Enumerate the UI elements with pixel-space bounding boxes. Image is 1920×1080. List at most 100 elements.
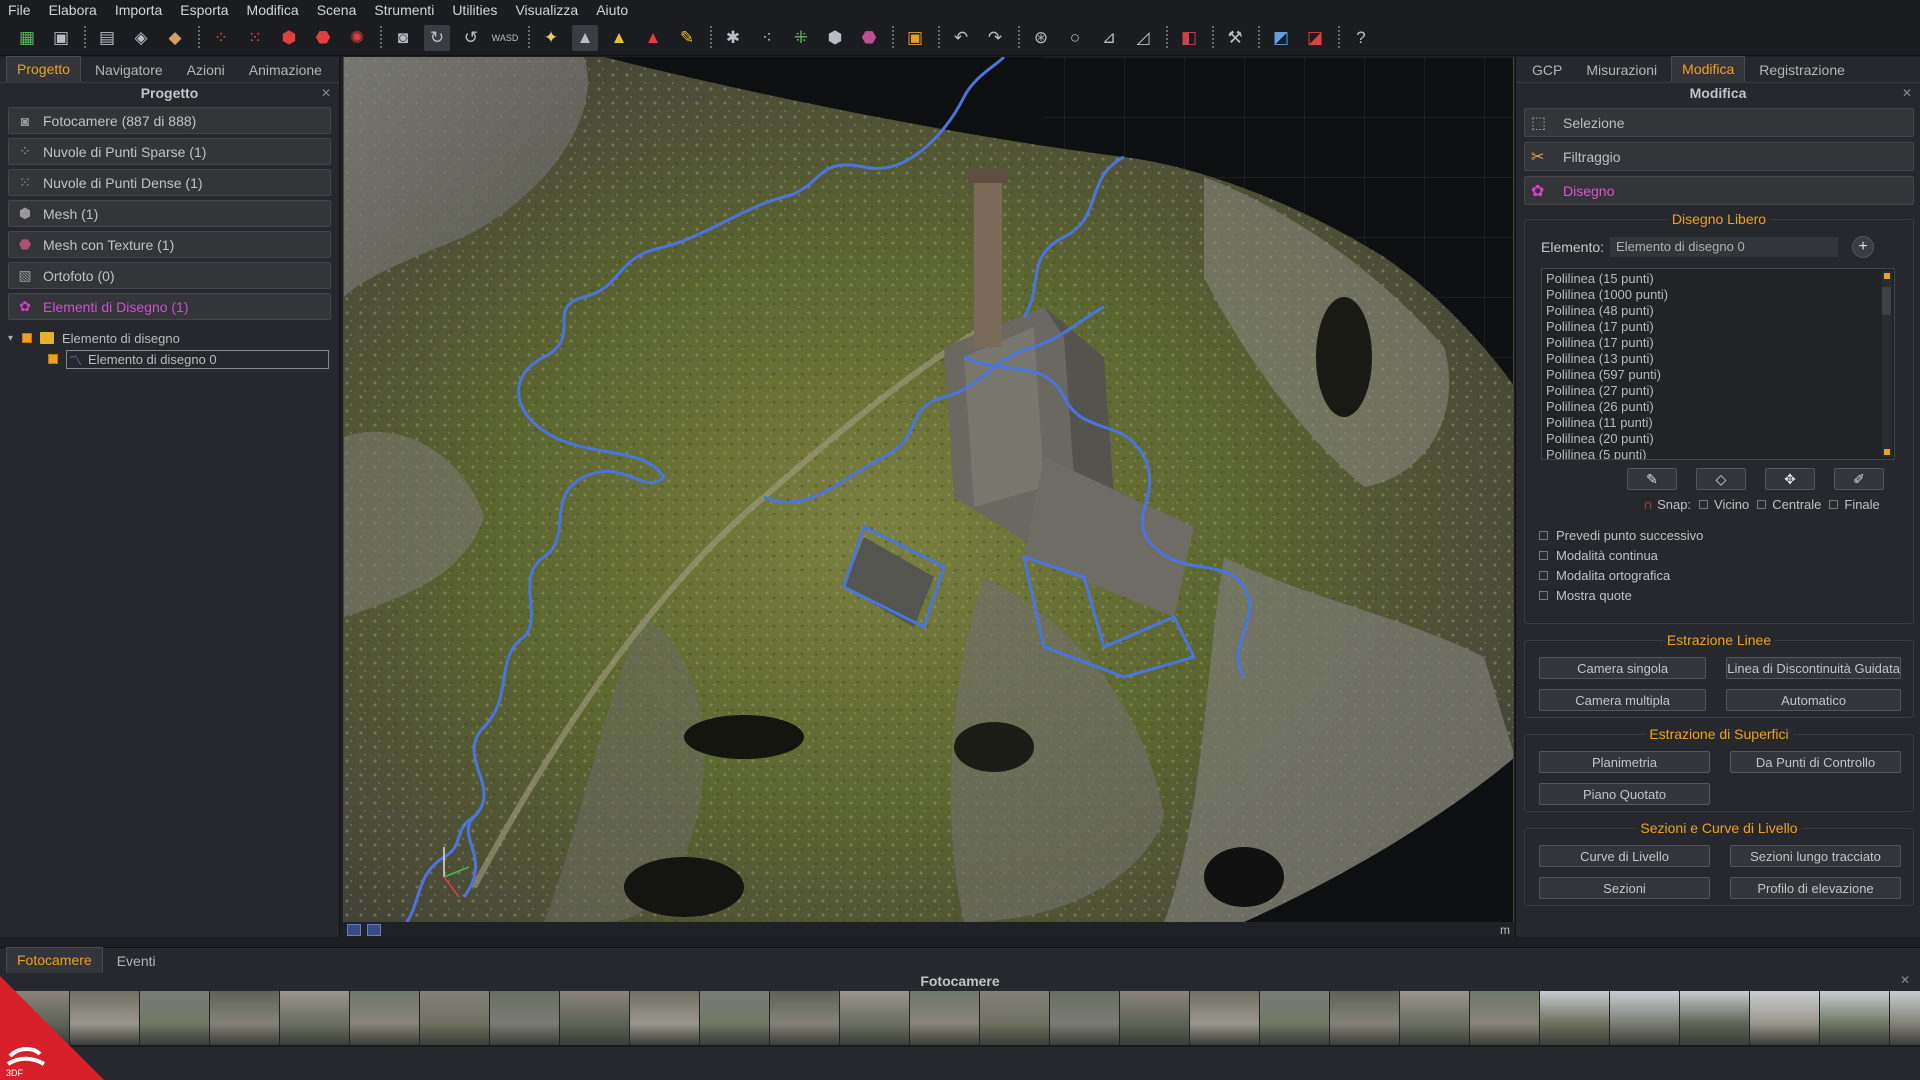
list-item[interactable]: Polilinea (17 punti) — [1546, 319, 1894, 335]
camera-thumbnail[interactable] — [1120, 991, 1190, 1045]
scroll-down-icon[interactable] — [1884, 449, 1890, 455]
option-row[interactable]: Modalita ortografica — [1525, 568, 1913, 583]
section-selezione[interactable]: ⬚ Selezione — [1524, 108, 1914, 137]
list-item[interactable]: Polilinea (20 punti) — [1546, 431, 1894, 447]
close-icon[interactable]: ✕ — [321, 83, 331, 103]
edit-icon[interactable]: ✐ — [1834, 468, 1884, 490]
menu-visualizza[interactable]: Visualizza — [515, 2, 578, 18]
da-punti-controllo-button[interactable]: Da Punti di Controllo — [1730, 751, 1901, 773]
ortho-red-icon[interactable]: ✺ — [344, 25, 370, 51]
list-item[interactable]: Polilinea (15 punti) — [1546, 271, 1894, 287]
menu-utilities[interactable]: Utilities — [452, 2, 497, 18]
bounding-box-icon[interactable]: ▣ — [902, 25, 928, 51]
mesh-red-icon[interactable]: ⬢ — [276, 25, 302, 51]
rotate-icon[interactable]: ↺ — [458, 25, 484, 51]
option-checkbox[interactable] — [1539, 550, 1548, 560]
camera-thumbnail[interactable] — [1610, 991, 1680, 1045]
cube-blue-icon[interactable]: ◩ — [1268, 25, 1294, 51]
camera-thumbnail[interactable] — [630, 991, 700, 1045]
camera-thumbnail[interactable] — [1050, 991, 1120, 1045]
option-checkbox[interactable] — [1539, 590, 1548, 600]
camera-thumbnail[interactable] — [490, 991, 560, 1045]
points-triangle-icon[interactable]: ▲ — [572, 24, 598, 51]
add-element-icon[interactable]: + — [1852, 236, 1875, 258]
visibility-checkbox[interactable] — [48, 354, 58, 364]
sphere-wire-icon[interactable]: ⊛ — [1028, 25, 1054, 51]
filter-points-icon[interactable]: ✱ — [720, 25, 746, 51]
project-item-mesh[interactable]: ⬢ Mesh (1) — [8, 200, 331, 227]
list-item[interactable]: Polilinea (48 punti) — [1546, 303, 1894, 319]
camera-thumbnail[interactable] — [1330, 991, 1400, 1045]
tree-child-row[interactable]: 〽 Elemento di disegno 0 — [8, 349, 339, 369]
camera-thumbnail[interactable] — [280, 991, 350, 1045]
measure-angle-icon[interactable]: ⊿ — [1096, 25, 1122, 51]
list-item[interactable]: Polilinea (1000 punti) — [1546, 287, 1894, 303]
camera-thumbnail[interactable] — [1190, 991, 1260, 1045]
option-checkbox[interactable] — [1539, 530, 1548, 540]
light-bulb-icon[interactable]: ✦ — [538, 25, 564, 51]
pencil-icon[interactable]: ✎ — [1627, 468, 1677, 490]
camera-thumbnail[interactable] — [910, 991, 980, 1045]
camera-thumbnail[interactable] — [1400, 991, 1470, 1045]
view-grid-icon[interactable]: ▤ — [94, 25, 120, 51]
planimetria-button[interactable]: Planimetria — [1539, 751, 1710, 773]
cube-red-blue-icon[interactable]: ◧ — [1176, 25, 1202, 51]
cloud-green-icon[interactable]: ⁜ — [788, 25, 814, 51]
orbit-icon[interactable]: ↻ — [424, 24, 450, 51]
close-icon[interactable]: ✕ — [1902, 83, 1912, 103]
move-icon[interactable]: ✥ — [1765, 468, 1815, 490]
camera-thumbnail[interactable] — [1750, 991, 1820, 1045]
tab-registrazione[interactable]: Registrazione — [1749, 58, 1855, 82]
list-item[interactable]: Polilinea (17 punti) — [1546, 335, 1894, 351]
option-checkbox[interactable] — [1539, 570, 1548, 580]
camera-thumbnail[interactable] — [1260, 991, 1330, 1045]
camera-thumbnail[interactable] — [1540, 991, 1610, 1045]
tab-animazione[interactable]: Animazione — [239, 58, 332, 82]
camera-thumbnail[interactable] — [1470, 991, 1540, 1045]
list-item[interactable]: Polilinea (27 punti) — [1546, 383, 1894, 399]
curve-livello-button[interactable]: Curve di Livello — [1539, 845, 1710, 867]
visibility-checkbox[interactable] — [22, 333, 32, 343]
list-item[interactable]: Polilinea (13 punti) — [1546, 351, 1894, 367]
camera-thumbnail[interactable] — [560, 991, 630, 1045]
sezioni-button[interactable]: Sezioni — [1539, 877, 1710, 899]
camera-snapshot-icon[interactable]: ◙ — [390, 25, 416, 51]
scroll-up-icon[interactable] — [1884, 273, 1890, 279]
list-item[interactable]: Polilinea (26 punti) — [1546, 399, 1894, 415]
list-item[interactable]: Polilinea (5 punti) — [1546, 447, 1894, 459]
camera-thumbnail[interactable] — [1680, 991, 1750, 1045]
points-color-icon[interactable]: ▲ — [640, 25, 666, 51]
brush-icon[interactable]: ✎ — [674, 25, 700, 51]
profilo-elevazione-button[interactable]: Profilo di elevazione — [1730, 877, 1901, 899]
cloud-dots-icon[interactable]: ⁖ — [754, 25, 780, 51]
tools-icon[interactable]: ⚒ — [1222, 25, 1248, 51]
camera-thumbnail[interactable] — [420, 991, 490, 1045]
list-item[interactable]: Polilinea (597 punti) — [1546, 367, 1894, 383]
texture-red-icon[interactable]: ⬣ — [310, 25, 336, 51]
menu-importa[interactable]: Importa — [115, 2, 162, 18]
menu-scena[interactable]: Scena — [317, 2, 357, 18]
snap-vicino-checkbox[interactable] — [1699, 499, 1709, 509]
help-icon[interactable]: ? — [1348, 25, 1374, 51]
3d-viewport[interactable] — [343, 57, 1514, 922]
redo-icon[interactable]: ↷ — [982, 25, 1008, 51]
tab-azioni[interactable]: Azioni — [177, 58, 235, 82]
tab-misurazioni[interactable]: Misurazioni — [1576, 58, 1667, 82]
project-item-drawing-elements[interactable]: ✿ Elementi di Disegno (1) — [8, 293, 331, 320]
textured-mesh-tb-icon[interactable]: ⬣ — [856, 25, 882, 51]
tree-selected-item[interactable]: 〽 Elemento di disegno 0 — [66, 349, 329, 369]
wasd-icon[interactable]: WASD — [492, 25, 519, 51]
dense-points-icon[interactable]: ⁙ — [242, 25, 268, 51]
camera-filmstrip[interactable] — [0, 991, 1920, 1047]
menu-file[interactable]: File — [8, 2, 31, 18]
status-toggle-icon[interactable] — [367, 923, 381, 936]
project-item-orthophoto[interactable]: ▧ Ortofoto (0) — [8, 262, 331, 289]
list-scrollbar[interactable] — [1882, 271, 1892, 457]
save-icon[interactable]: ▣ — [48, 25, 74, 51]
polyline-list[interactable]: Polilinea (15 punti) Polilinea (1000 pun… — [1541, 268, 1895, 460]
new-project-icon[interactable]: ▦ — [14, 25, 40, 51]
tab-gcp[interactable]: GCP — [1522, 58, 1572, 82]
tab-progetto[interactable]: Progetto — [6, 56, 81, 82]
tree-folder-row[interactable]: ▾ Elemento di disegno — [8, 328, 339, 348]
camera-thumbnail[interactable] — [1820, 991, 1890, 1045]
